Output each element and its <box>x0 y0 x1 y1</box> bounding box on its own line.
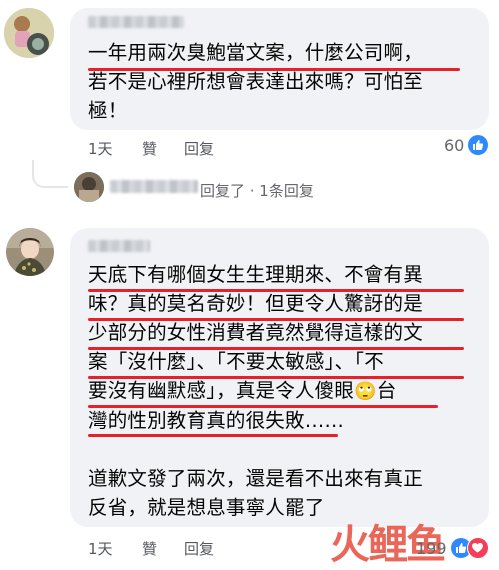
highlight-underline <box>88 347 464 350</box>
highlight-underline <box>88 318 464 321</box>
reaction-summary[interactable]: 60 <box>444 135 489 155</box>
comment-bubble-2: 天底下有哪個女生生理期來、不會有異 味？真的莫名奇妙！但更令人驚訝的是 少部分的… <box>70 228 489 527</box>
commenter-name[interactable] <box>88 16 184 28</box>
comment-line-5: 要沒有幽默感」，真是令人傻眼🙄台 <box>88 376 423 406</box>
reaction-count: 199 <box>416 538 447 558</box>
comment-line: 若不是心裡所想會表達出來嗎？可怕至 <box>88 70 423 93</box>
reply-button[interactable]: 回复 <box>184 138 214 159</box>
comment-line: 灣的性別教育真的很失敗…… <box>88 409 345 432</box>
heart-icon <box>466 537 489 559</box>
like-button[interactable]: 贊 <box>142 538 157 559</box>
highlight-underline <box>88 434 338 437</box>
comment-line: 天底下有哪個女生生理期來、不會有異 <box>88 263 423 286</box>
comment-line: 味？真的莫名奇妙！但更令人驚訝的是 <box>88 292 423 315</box>
comment-time[interactable]: 1天 <box>88 138 113 159</box>
comment-spacer: ​ <box>88 435 423 464</box>
comment-bubble-1: 一年用兩次臭鮑當文案，什麼公司啊， 若不是心裡所想會表達出來嗎？可怕至 極！ <box>70 8 489 130</box>
reply-button[interactable]: 回复 <box>184 538 214 559</box>
highlight-underline <box>88 68 460 71</box>
reaction-count: 60 <box>444 135 465 155</box>
comment-line-tail: 台 <box>376 379 397 402</box>
reply-avatar[interactable] <box>74 172 104 202</box>
reply-thread-connector <box>32 160 68 188</box>
avatar[interactable] <box>6 228 54 276</box>
highlight-underline <box>88 289 464 292</box>
comment-line-text: 要沒有幽默感」，真是令人傻眼 <box>88 379 355 402</box>
replier-name[interactable] <box>110 180 198 193</box>
comment-line: 少部分的女性消費者竟然覺得這樣的文 <box>88 321 423 344</box>
like-button[interactable]: 贊 <box>142 138 157 159</box>
highlight-underline <box>88 405 438 408</box>
reaction-summary[interactable]: 199 <box>416 537 489 559</box>
comment-time[interactable]: 1天 <box>88 538 113 559</box>
comment-line: 一年用兩次臭鮑當文案，什麼公司啊， <box>88 41 423 64</box>
avatar[interactable] <box>4 8 54 58</box>
view-replies-link[interactable]: 回复了 · 1条回复 <box>200 180 314 201</box>
comment-line: 極！ <box>88 99 128 122</box>
comment-text-2: 天底下有哪個女生生理期來、不會有異 味？真的莫名奇妙！但更令人驚訝的是 少部分的… <box>88 260 423 522</box>
highlight-underline <box>88 376 464 379</box>
eye-roll-emoji-icon: 🙄 <box>354 381 377 402</box>
comment-text-1: 一年用兩次臭鮑當文案，什麼公司啊， 若不是心裡所想會表達出來嗎？可怕至 極！ <box>88 38 423 125</box>
comment-line: 案「沒什麼」、「不要太敏感」、「不 <box>88 350 384 373</box>
commenter-name[interactable] <box>88 240 150 252</box>
comment-line: 道歉文發了兩次，還是看不出來有真正 <box>88 467 423 490</box>
like-icon <box>468 135 489 155</box>
